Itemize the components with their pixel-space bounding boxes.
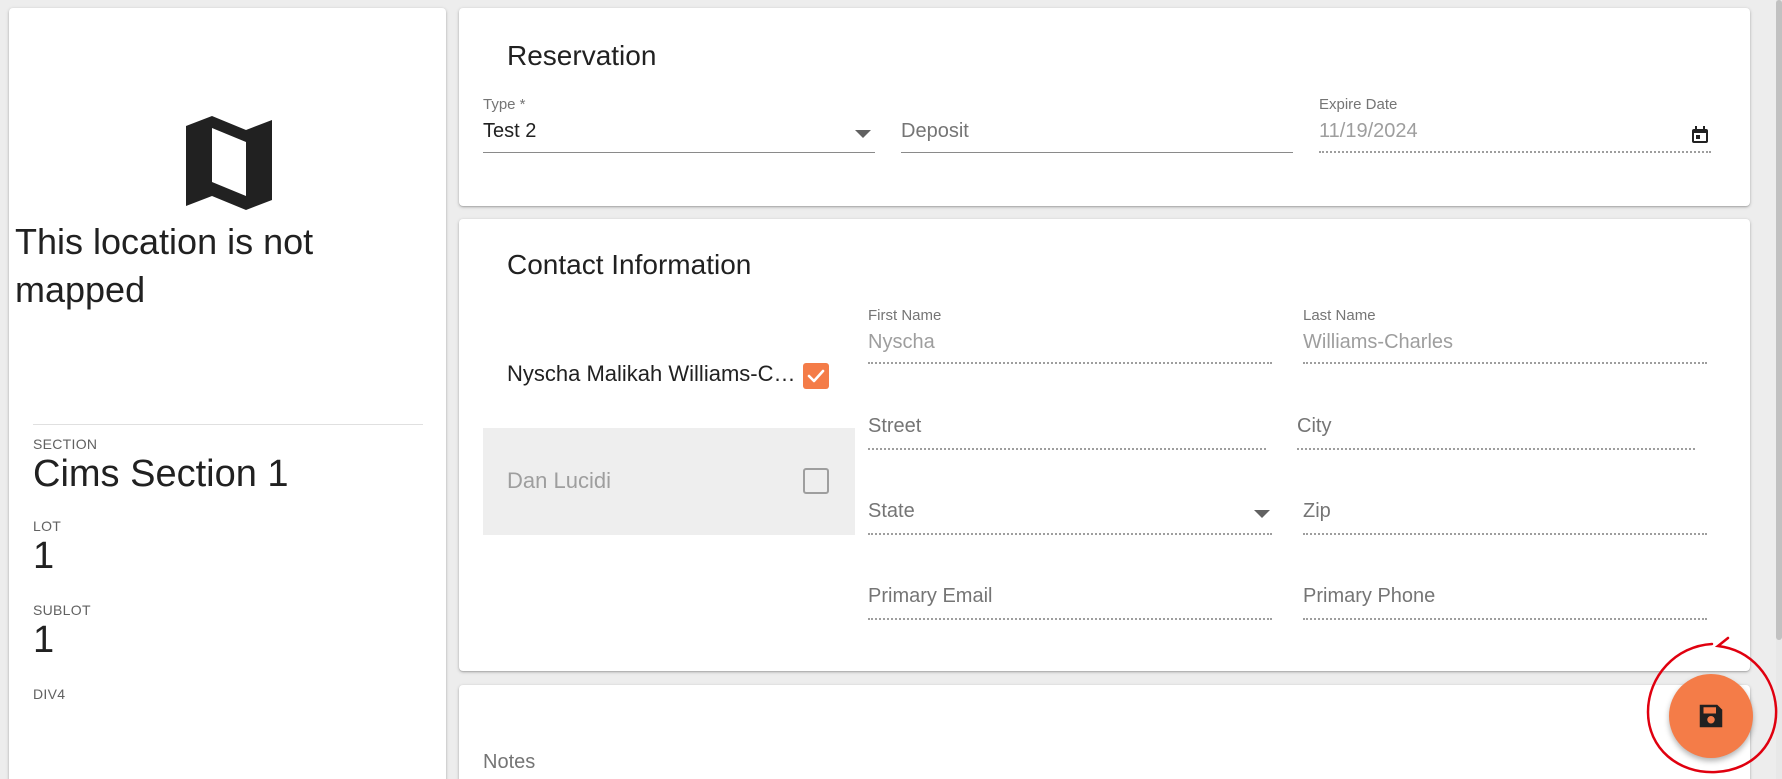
expire-date-input[interactable]: Expire Date 11/19/2024: [1319, 96, 1711, 156]
chevron-down-icon: [1254, 510, 1270, 518]
save-button[interactable]: [1669, 674, 1753, 758]
primary-email-placeholder: Primary Email: [868, 585, 993, 607]
section-value: Cims Section 1: [33, 453, 289, 495]
last-name-input[interactable]: Last Name Williams-Charles: [1303, 307, 1707, 367]
state-select[interactable]: State: [868, 500, 1272, 540]
state-placeholder: State: [868, 500, 915, 522]
save-icon: [1699, 704, 1723, 728]
deposit-placeholder: Deposit: [901, 120, 969, 142]
reservation-title: Reservation: [507, 40, 657, 71]
type-label: Type *: [483, 96, 526, 113]
type-select[interactable]: Type * Test 2: [483, 96, 875, 156]
expire-date-value: 11/19/2024: [1319, 120, 1418, 142]
contact-name: Nyscha Malikah Williams-Charles: [507, 361, 797, 386]
first-name-input[interactable]: First Name Nyscha: [868, 307, 1272, 367]
location-panel: This location is not mapped SECTION Cims…: [9, 8, 446, 779]
contact-name: Dan Lucidi: [507, 468, 611, 493]
map-icon: [186, 116, 272, 210]
calendar-icon[interactable]: [1691, 126, 1709, 144]
divider: [33, 424, 423, 425]
first-name-label: First Name: [868, 307, 942, 324]
city-input[interactable]: City: [1297, 415, 1695, 455]
type-value: Test 2: [483, 120, 537, 142]
contact-title: Contact Information: [507, 249, 752, 280]
lot-label: LOT: [33, 518, 62, 534]
primary-email-input[interactable]: Primary Email: [868, 585, 1272, 625]
not-mapped-message: This location is not mapped: [15, 221, 314, 310]
primary-phone-input[interactable]: Primary Phone: [1303, 585, 1707, 625]
contact-item[interactable]: Dan Lucidi: [483, 428, 855, 535]
deposit-input[interactable]: Deposit: [901, 96, 1293, 156]
last-name-value: Williams-Charles: [1303, 331, 1454, 353]
check-icon: [807, 369, 825, 383]
contact-checkbox[interactable]: [803, 363, 829, 389]
contact-item[interactable]: Nyscha Malikah Williams-Charles: [483, 323, 855, 430]
reservation-card: Reservation Type * Test 2 Deposit Expire…: [459, 8, 1750, 206]
sublot-label: SUBLOT: [33, 602, 91, 618]
zip-placeholder: Zip: [1303, 500, 1331, 522]
city-placeholder: City: [1297, 415, 1332, 437]
zip-input[interactable]: Zip: [1303, 500, 1707, 540]
sublot-value: 1: [33, 619, 55, 661]
lot-value: 1: [33, 535, 55, 577]
contact-card: Contact Information Nyscha Malikah Willi…: [459, 219, 1750, 671]
expire-date-label: Expire Date: [1319, 96, 1398, 113]
section-label: SECTION: [33, 436, 98, 452]
street-placeholder: Street: [868, 415, 922, 437]
first-name-value: Nyscha: [868, 331, 935, 353]
scrollbar-thumb[interactable]: [1776, 0, 1782, 640]
notes-label[interactable]: Notes: [483, 751, 535, 774]
primary-phone-placeholder: Primary Phone: [1303, 585, 1436, 607]
street-input[interactable]: Street: [868, 415, 1266, 455]
chevron-down-icon: [855, 130, 871, 138]
notes-card: Notes: [459, 685, 1750, 779]
contact-checkbox[interactable]: [803, 468, 829, 494]
div4-label: DIV4: [33, 686, 66, 702]
last-name-label: Last Name: [1303, 307, 1376, 324]
